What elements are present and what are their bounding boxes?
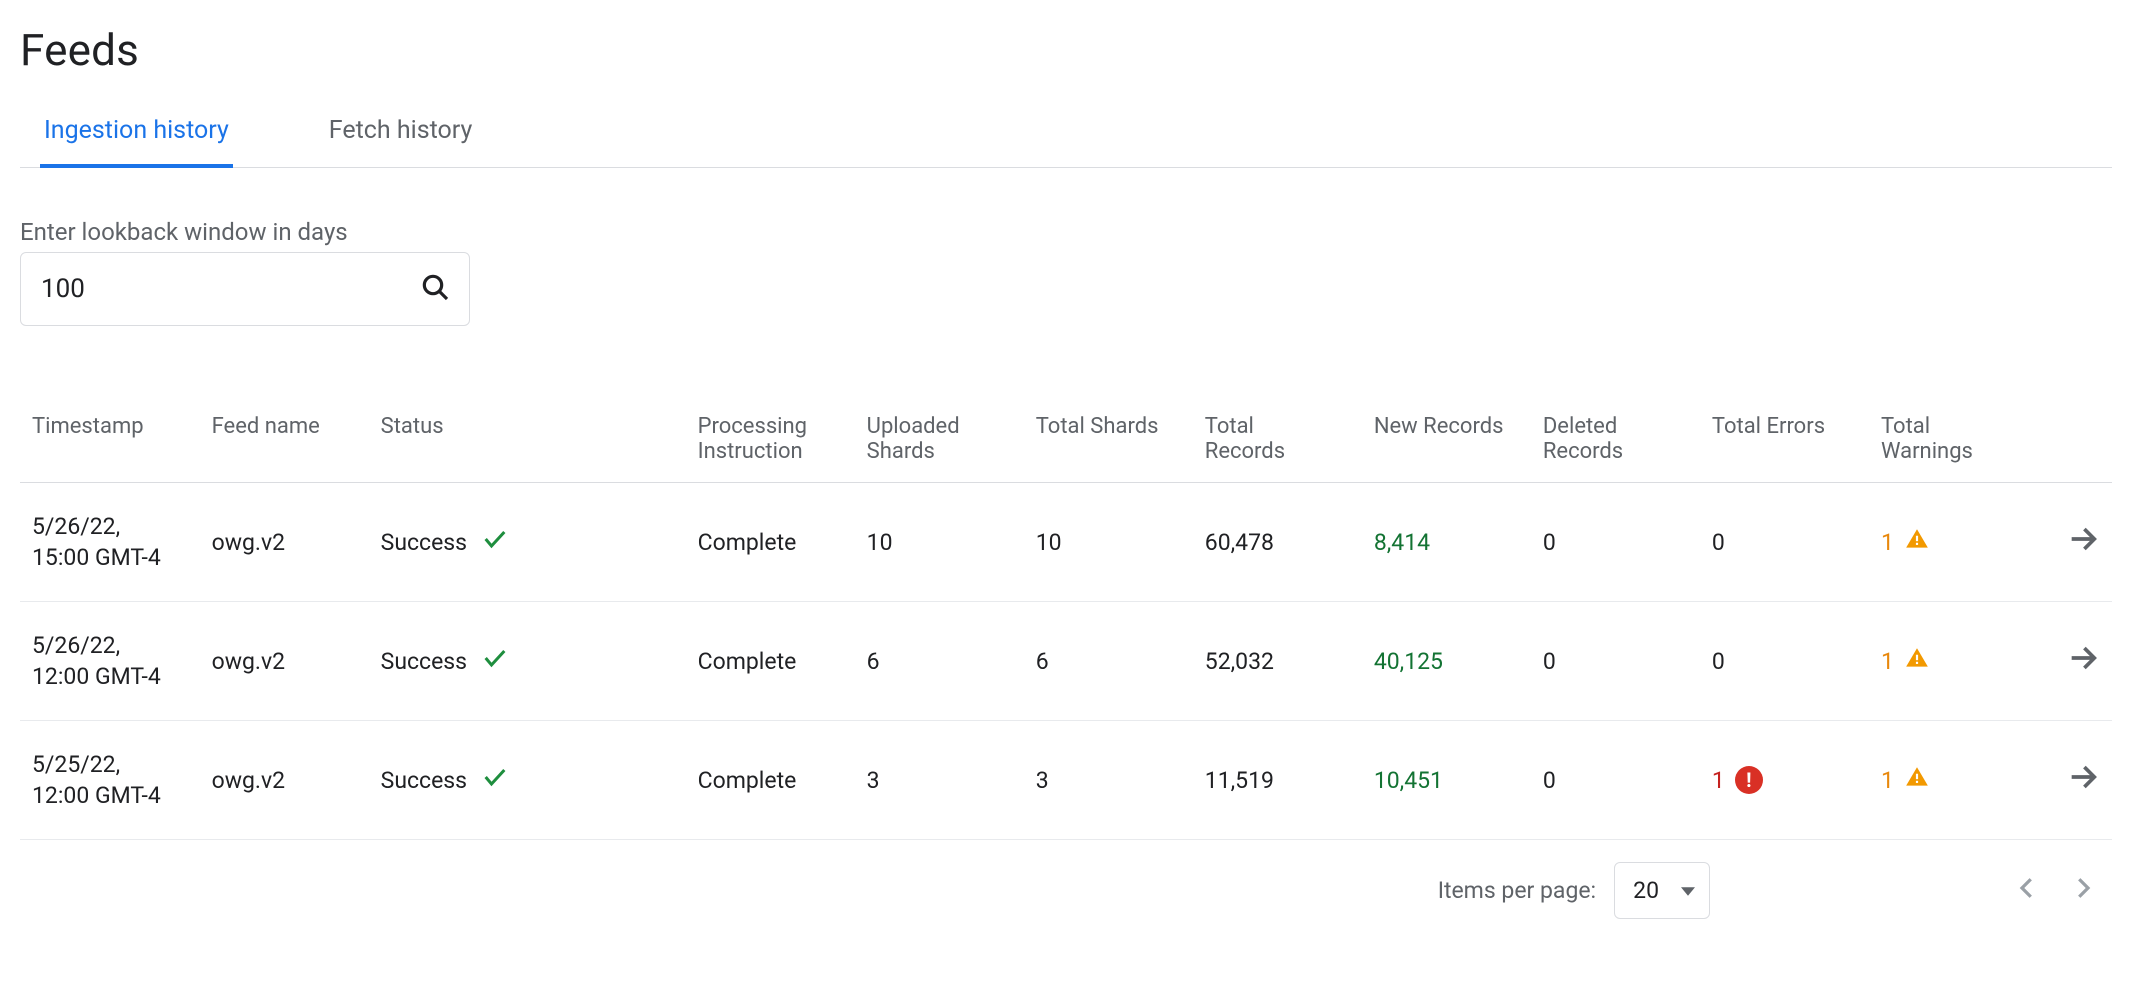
cell-total-shards: 3 <box>1024 721 1193 840</box>
column-header: DeletedRecords <box>1531 396 1700 483</box>
check-icon <box>481 644 509 678</box>
tab-fetch-history[interactable]: Fetch history <box>329 116 473 167</box>
warning-icon <box>1904 645 1930 677</box>
check-icon <box>481 763 509 797</box>
column-header: UploadedShards <box>855 396 1024 483</box>
table-row[interactable]: 5/25/22,12:00 GMT-4owg.v2 Success Complete… <box>20 721 2112 840</box>
error-icon: ! <box>1735 766 1763 794</box>
cell-deleted-records: 0 <box>1531 602 1700 721</box>
cell-processing-instruction: Complete <box>686 602 855 721</box>
cell-feed-name: owg.v2 <box>200 602 369 721</box>
cell-uploaded-shards: 6 <box>855 602 1024 721</box>
cell-total-errors: 1! <box>1700 721 1869 840</box>
errors-count: 0 <box>1712 648 1725 675</box>
errors-count: 0 <box>1712 529 1725 556</box>
cell-deleted-records: 0 <box>1531 721 1700 840</box>
cell-total-warnings: 1 <box>1869 721 2038 840</box>
column-header: Feed name <box>200 396 369 483</box>
cell-action <box>2038 602 2112 721</box>
warnings-count: 1 <box>1881 529 1894 556</box>
table-row[interactable]: 5/26/22,12:00 GMT-4owg.v2 Success Complete… <box>20 602 2112 721</box>
lookback-input-wrapper[interactable] <box>20 252 470 326</box>
row-detail-arrow-icon[interactable] <box>2066 535 2100 562</box>
warning-icon <box>1904 526 1930 558</box>
page-size-value: 20 <box>1633 877 1659 904</box>
cell-new-records: 10,451 <box>1362 721 1531 840</box>
cell-total-errors: 0 <box>1700 602 1869 721</box>
lookback-label: Enter lookback window in days <box>20 218 2112 246</box>
cell-total-errors: 0 <box>1700 483 1869 602</box>
next-page-button[interactable] <box>2064 869 2102 913</box>
page-title: Feeds <box>20 24 2112 76</box>
cell-total-warnings: 1 <box>1869 602 2038 721</box>
column-header: Total Shards <box>1024 396 1193 483</box>
status-text: Success <box>381 648 467 675</box>
cell-total-records: 11,519 <box>1193 721 1362 840</box>
cell-feed-name: owg.v2 <box>200 721 369 840</box>
cell-total-warnings: 1 <box>1869 483 2038 602</box>
cell-action <box>2038 483 2112 602</box>
column-header: TotalWarnings <box>1869 396 2038 483</box>
cell-total-records: 60,478 <box>1193 483 1362 602</box>
cell-uploaded-shards: 3 <box>855 721 1024 840</box>
column-header: Status <box>369 396 686 483</box>
column-header: Total Errors <box>1700 396 1869 483</box>
status-text: Success <box>381 767 467 794</box>
cell-timestamp: 5/25/22,12:00 GMT-4 <box>20 721 200 840</box>
check-icon <box>481 525 509 559</box>
items-per-page-label: Items per page: <box>1438 877 1596 904</box>
cell-processing-instruction: Complete <box>686 721 855 840</box>
cell-action <box>2038 721 2112 840</box>
table-row[interactable]: 5/26/22,15:00 GMT-4owg.v2 Success Complete… <box>20 483 2112 602</box>
cell-status: Success <box>369 602 686 721</box>
cell-status: Success <box>369 721 686 840</box>
lookback-input[interactable] <box>39 273 419 305</box>
page-size-select[interactable]: 20 <box>1614 862 1710 919</box>
row-detail-arrow-icon[interactable] <box>2066 654 2100 681</box>
prev-page-button[interactable] <box>2008 869 2046 913</box>
cell-total-shards: 6 <box>1024 602 1193 721</box>
warning-icon <box>1904 764 1930 796</box>
column-header: Timestamp <box>20 396 200 483</box>
cell-total-records: 52,032 <box>1193 602 1362 721</box>
tab-ingestion-history[interactable]: Ingestion history <box>44 116 229 167</box>
column-header: TotalRecords <box>1193 396 1362 483</box>
cell-status: Success <box>369 483 686 602</box>
ingestion-table: TimestampFeed nameStatusProcessingInstru… <box>20 396 2112 840</box>
lookback-area: Enter lookback window in days <box>20 218 2112 326</box>
pagination: Items per page: 20 <box>20 840 2112 919</box>
column-header: New Records <box>1362 396 1531 483</box>
search-icon[interactable] <box>419 271 451 307</box>
cell-deleted-records: 0 <box>1531 483 1700 602</box>
cell-new-records: 8,414 <box>1362 483 1531 602</box>
cell-timestamp: 5/26/22,15:00 GMT-4 <box>20 483 200 602</box>
cell-uploaded-shards: 10 <box>855 483 1024 602</box>
cell-new-records: 40,125 <box>1362 602 1531 721</box>
tabs: Ingestion history Fetch history <box>20 116 2112 168</box>
warnings-count: 1 <box>1881 767 1894 794</box>
column-header-action <box>2038 396 2112 483</box>
row-detail-arrow-icon[interactable] <box>2066 773 2100 800</box>
cell-timestamp: 5/26/22,12:00 GMT-4 <box>20 602 200 721</box>
warnings-count: 1 <box>1881 648 1894 675</box>
cell-total-shards: 10 <box>1024 483 1193 602</box>
status-text: Success <box>381 529 467 556</box>
dropdown-caret-icon <box>1681 877 1695 904</box>
cell-feed-name: owg.v2 <box>200 483 369 602</box>
column-header: ProcessingInstruction <box>686 396 855 483</box>
cell-processing-instruction: Complete <box>686 483 855 602</box>
errors-count: 1 <box>1712 767 1725 794</box>
